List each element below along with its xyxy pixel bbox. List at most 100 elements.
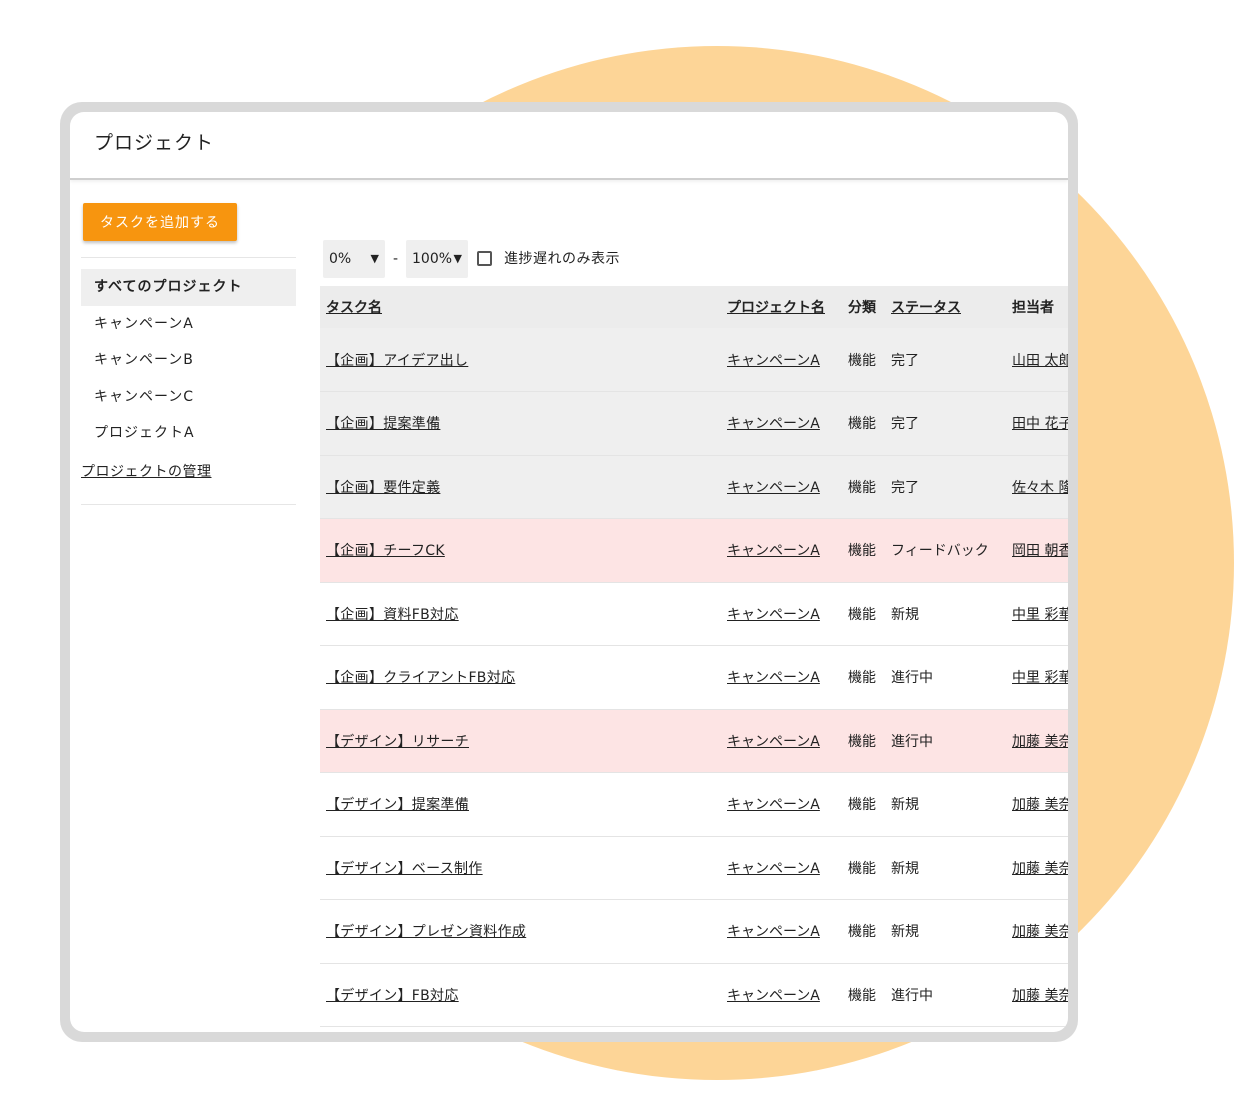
task-type: 機能 xyxy=(848,924,876,941)
table-row: 【企画】提案準備 キャンペーンA 機能 完了 田中 花子 xyxy=(320,391,1068,456)
assignee-link[interactable]: 加藤 美奈 xyxy=(1012,988,1068,1004)
assignee-link[interactable]: 佐々木 隆 xyxy=(1012,480,1068,496)
task-name-link[interactable]: 【企画】提案準備 xyxy=(326,416,440,432)
progress-max-value: 100% xyxy=(412,251,453,267)
cell-task: 【企画】アイデア出し xyxy=(320,328,727,392)
sidebar-item-all-projects[interactable]: すべてのプロジェクト xyxy=(81,269,296,306)
project-name-link[interactable]: キャンペーンA xyxy=(727,416,820,432)
table-row: 【デザイン】プレゼン資料作成 キャンペーンA 機能 新規 加藤 美奈 xyxy=(320,900,1068,964)
table-row: 【デザイン】提案準備 キャンペーンA 機能 新規 加藤 美奈 xyxy=(320,773,1068,837)
cell-type: 機能 xyxy=(848,646,891,710)
task-status: 完了 xyxy=(891,352,919,369)
task-table-body: 【企画】アイデア出し キャンペーンA 機能 完了 山田 太郎 【企画】提案準備 キャンペーン… xyxy=(320,328,1068,1027)
page-header: プロジェクト xyxy=(70,112,1068,180)
project-name-link[interactable]: キャンペーンA xyxy=(727,607,820,623)
task-type: 機能 xyxy=(848,352,876,369)
task-status: 進行中 xyxy=(891,987,933,1004)
cell-assignee: 加藤 美奈 xyxy=(1012,963,1068,1027)
cell-project: キャンペーンA xyxy=(727,455,848,519)
project-name-link[interactable]: キャンペーンA xyxy=(727,543,820,559)
task-name-link[interactable]: 【デザイン】ベース制作 xyxy=(326,861,483,877)
delayed-only-label[interactable]: 進捗遅れのみ表示 xyxy=(504,240,620,278)
task-type: 機能 xyxy=(848,543,876,560)
task-name-link[interactable]: 【デザイン】リサーチ xyxy=(326,734,469,750)
assignee-link[interactable]: 加藤 美奈 xyxy=(1012,861,1068,877)
assignee-link[interactable]: 加藤 美奈 xyxy=(1012,734,1068,750)
task-status: 完了 xyxy=(891,479,919,496)
cell-type: 機能 xyxy=(848,455,891,519)
column-header-task[interactable]: タスク名 xyxy=(320,286,727,328)
delayed-only-checkbox[interactable] xyxy=(477,251,492,266)
cell-task: 【企画】要件定義 xyxy=(320,455,727,519)
cell-type: 機能 xyxy=(848,582,891,646)
manage-projects-link[interactable]: プロジェクトの管理 xyxy=(81,461,212,481)
task-status: 進行中 xyxy=(891,670,933,687)
project-name-link[interactable]: キャンペーンA xyxy=(727,797,820,813)
cell-status: 進行中 xyxy=(891,963,1012,1027)
task-name-link[interactable]: 【企画】チーフCK xyxy=(326,543,445,559)
sidebar-project-list: すべてのプロジェクト キャンペーンA キャンペーンB キャンペーンC プロジェク… xyxy=(81,269,296,452)
cell-project: キャンペーンA xyxy=(727,519,848,583)
task-status: 新規 xyxy=(891,606,919,623)
project-name-link[interactable]: キャンペーンA xyxy=(727,734,820,750)
cell-project: キャンペーンA xyxy=(727,963,848,1027)
cell-project: キャンペーンA xyxy=(727,328,848,392)
cell-status: 完了 xyxy=(891,455,1012,519)
task-status: 新規 xyxy=(891,797,919,814)
cell-status: 進行中 xyxy=(891,646,1012,710)
cell-type: 機能 xyxy=(848,519,891,583)
cell-task: 【企画】提案準備 xyxy=(320,392,727,456)
chevron-down-icon: ▼ xyxy=(370,252,379,265)
task-name-link[interactable]: 【企画】資料FB対応 xyxy=(326,607,459,623)
task-status: フィードバック xyxy=(891,543,989,560)
cell-assignee: 加藤 美奈 xyxy=(1012,900,1068,964)
task-name-link[interactable]: 【デザイン】FB対応 xyxy=(326,988,459,1004)
assignee-link[interactable]: 岡田 朝香 xyxy=(1012,543,1068,559)
sidebar-item-campaign-c[interactable]: キャンペーンC xyxy=(81,379,296,416)
assignee-link[interactable]: 中里 彩華 xyxy=(1012,607,1068,623)
project-name-link[interactable]: キャンペーンA xyxy=(727,988,820,1004)
assignee-link[interactable]: 山田 太郎 xyxy=(1012,353,1068,369)
assignee-link[interactable]: 中里 彩華 xyxy=(1012,670,1068,686)
task-name-link[interactable]: 【デザイン】プレゼン資料作成 xyxy=(326,924,526,940)
project-name-link[interactable]: キャンペーンA xyxy=(727,670,820,686)
sidebar-item-campaign-a[interactable]: キャンペーンA xyxy=(81,306,296,343)
sidebar-item-project-a[interactable]: プロジェクトA xyxy=(81,415,296,452)
add-task-button[interactable]: タスクを追加する xyxy=(83,203,237,241)
cell-assignee: 中里 彩華 xyxy=(1012,646,1068,710)
cell-status: 新規 xyxy=(891,900,1012,964)
filter-bar: 0% ▼ - 100% ▼ 進捗遅れのみ表示 xyxy=(323,240,823,278)
task-type: 機能 xyxy=(848,733,876,750)
assignee-link[interactable]: 加藤 美奈 xyxy=(1012,924,1068,940)
cell-task: 【企画】資料FB対応 xyxy=(320,582,727,646)
project-name-link[interactable]: キャンペーンA xyxy=(727,861,820,877)
cell-task: 【デザイン】ベース制作 xyxy=(320,836,727,900)
cell-task: 【デザイン】リサーチ xyxy=(320,709,727,773)
task-type: 機能 xyxy=(848,416,876,433)
assignee-link[interactable]: 加藤 美奈 xyxy=(1012,797,1068,813)
sidebar-item-campaign-b[interactable]: キャンペーンB xyxy=(81,342,296,379)
table-header-row: タスク名 プロジェクト名 分類 ステータス 担当者 xyxy=(320,286,1068,328)
table-row: 【企画】資料FB対応 キャンペーンA 機能 新規 中里 彩華 xyxy=(320,582,1068,646)
task-type: 機能 xyxy=(848,670,876,687)
task-name-link[interactable]: 【企画】アイデア出し xyxy=(326,353,468,369)
project-name-link[interactable]: キャンペーンA xyxy=(727,924,820,940)
cell-type: 機能 xyxy=(848,773,891,837)
project-name-link[interactable]: キャンペーンA xyxy=(727,353,820,369)
cell-task: 【企画】クライアントFB対応 xyxy=(320,646,727,710)
assignee-link[interactable]: 田中 花子 xyxy=(1012,416,1068,432)
cell-project: キャンペーンA xyxy=(727,392,848,456)
task-name-link[interactable]: 【企画】クライアントFB対応 xyxy=(326,670,515,686)
app-window: プロジェクト タスクを追加する すべてのプロジェクト キャンペーンA キャンペー… xyxy=(60,102,1078,1042)
progress-min-select[interactable]: 0% ▼ xyxy=(323,240,385,278)
progress-max-select[interactable]: 100% ▼ xyxy=(406,240,468,278)
cell-project: キャンペーンA xyxy=(727,836,848,900)
cell-status: 新規 xyxy=(891,836,1012,900)
task-name-link[interactable]: 【デザイン】提案準備 xyxy=(326,797,469,813)
project-name-link[interactable]: キャンペーンA xyxy=(727,480,820,496)
table-row: 【企画】要件定義 キャンペーンA 機能 完了 佐々木 隆 xyxy=(320,455,1068,519)
task-name-link[interactable]: 【企画】要件定義 xyxy=(326,480,440,496)
cell-task: 【デザイン】提案準備 xyxy=(320,773,727,837)
column-header-project[interactable]: プロジェクト名 xyxy=(727,286,848,328)
column-header-status[interactable]: ステータス xyxy=(891,286,1012,328)
